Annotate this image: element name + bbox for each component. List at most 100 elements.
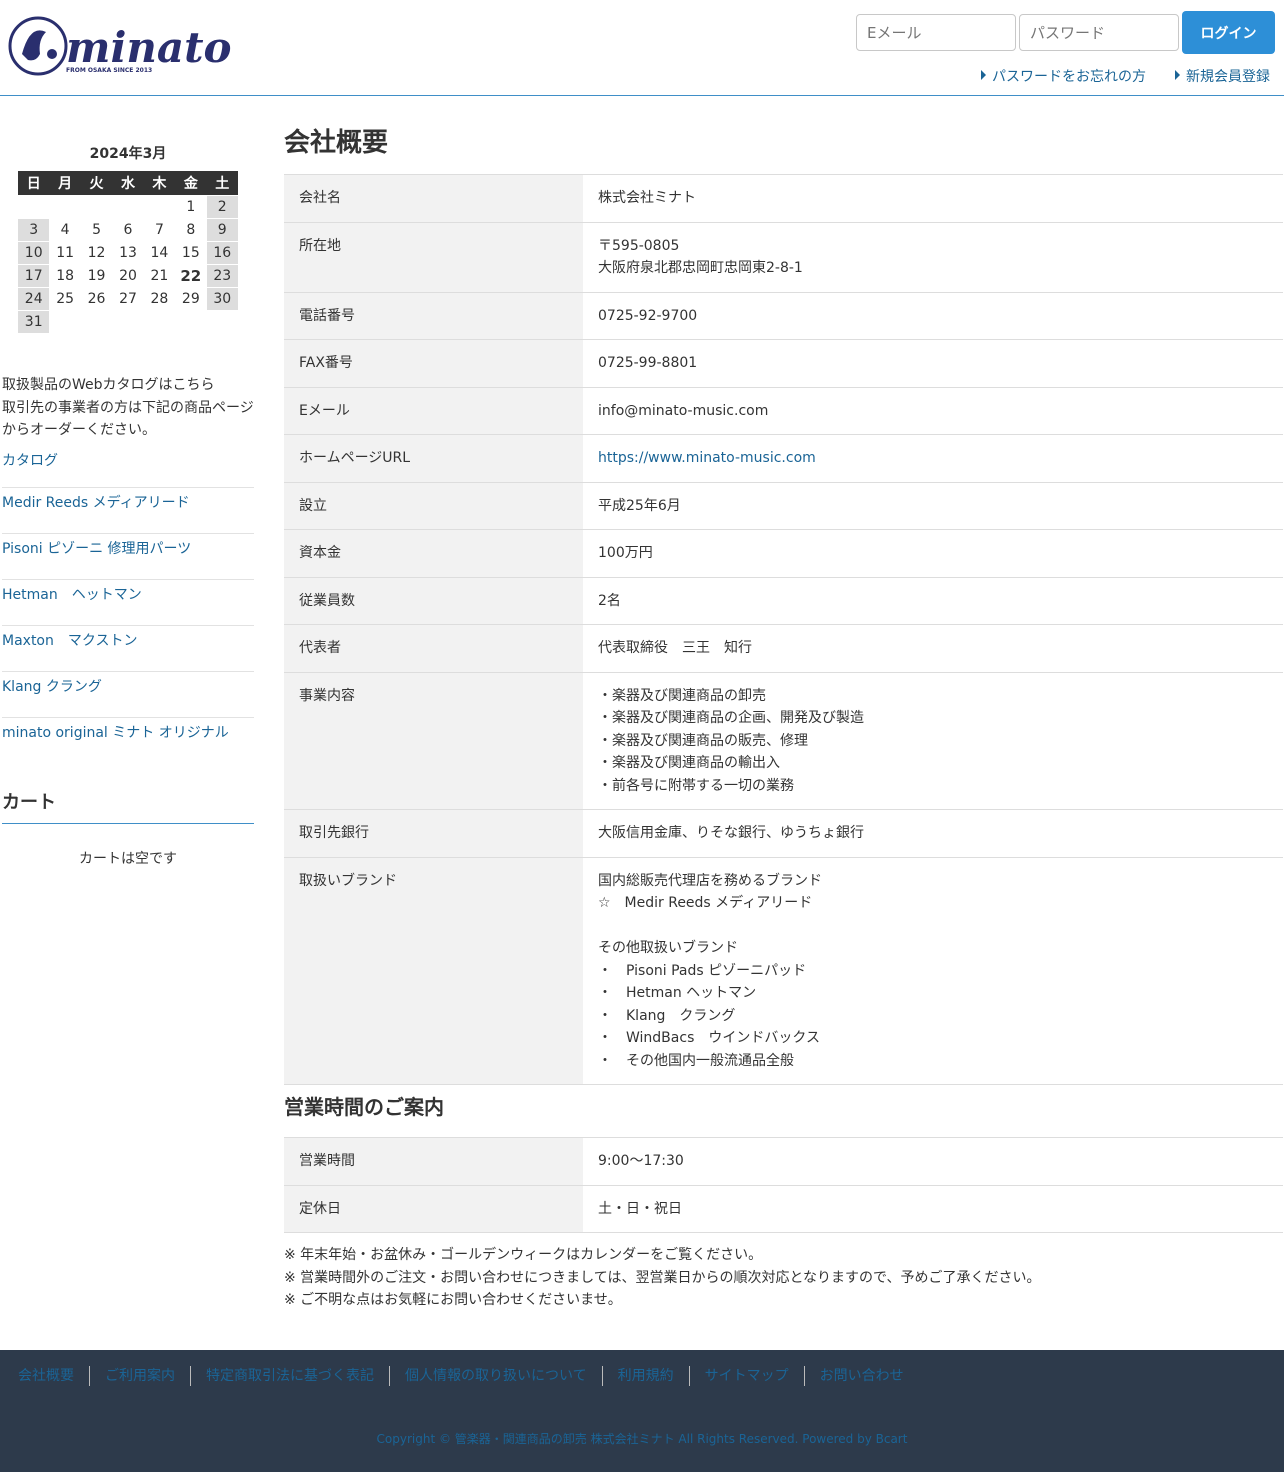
cart-empty-text: カートは空です [79,851,177,867]
calendar-day: 30 [206,288,238,310]
info-value-cell: 株式会社ミナト [598,190,696,206]
intro-line-1: 取扱製品のWebカタログはこちら [2,377,215,393]
info-value-cell: 大阪信用金庫、りそな銀行、ゆうちょ銀行 [598,825,864,841]
note-line: ※ 営業時間外のご注文・お問い合わせにつきましては、翌営業日からの順次対応となり… [284,1269,1041,1286]
calendar-day: 13 [119,245,137,261]
calendar-weekday: 日 [18,171,50,195]
info-label: 事業内容 [284,672,583,810]
info-row: 営業時間 9:00〜17:30 [284,1137,1283,1185]
calendar-day: 31 [18,311,50,333]
forgot-password-label: パスワードをお忘れの方 [992,69,1146,85]
calendar-day [207,311,238,333]
email-input[interactable] [856,14,1016,51]
login-button[interactable]: ログイン [1182,11,1275,54]
footer-link[interactable]: サイトマップ [688,1366,804,1386]
caret-right-icon [1175,70,1180,80]
info-label: 会社名 [284,174,583,222]
footer-link[interactable]: 個人情報の取り扱いについて [389,1366,602,1386]
calendar-day: 14 [150,245,169,261]
calendar-weekday: 木 [143,171,176,195]
calendar-day: 7 [154,222,164,238]
info-label: 取扱いブランド [284,857,583,1085]
category-link-item: カタログ [2,446,254,488]
calendar-day [18,196,49,218]
forgot-password-link[interactable]: パスワードをお忘れの方 [981,66,1146,86]
minato-logo[interactable]: minato FROM OSAKA SINCE 2013 [8,14,234,80]
category-link[interactable]: カタログ [2,453,58,469]
calendar-title: 2024年3月 [89,146,167,162]
password-input[interactable] [1019,14,1179,51]
category-links: カタログ Medir Reeds メディアリード Pisoni ピゾーニ 修理用パー… [2,446,254,764]
info-value-cell: 〒595-0805 大阪府泉北郡忠岡町忠岡東2-8-1 [598,237,803,277]
category-link[interactable]: Pisoni ピゾーニ 修理用パーツ [2,541,191,557]
info-row: 事業内容 ・楽器及び関連商品の卸売 ・楽器及び関連商品の企画、開発及び製造 ・楽器… [284,672,1283,810]
calendar-day [112,311,143,333]
note-line: ※ 年末年始・お盆休み・ゴールデンウィークはカレンダーをご覧ください。 [284,1247,763,1263]
info-row: 代表者 代表取締役 三王 知行 [284,624,1283,672]
info-value-cell: 2名 [598,592,621,609]
info-value-cell: 土・日・祝日 [598,1200,682,1217]
caret-right-icon [981,70,986,80]
site-header: minato FROM OSAKA SINCE 2013 ログイン パスワードを… [0,0,1284,96]
info-value-cell: info@minato-music.com [598,402,769,419]
category-link[interactable]: Hetman ヘットマン [2,587,142,603]
calendar-weekday: 水 [112,171,144,195]
info-row: 資本金 100万円 [284,529,1283,577]
info-value-cell: 国内総販売代理店を務めるブランド ☆ Medir Reeds メディアリード そ… [598,872,822,1069]
calendar-weekday: 金 [175,171,207,195]
footer-nav: 会社概要 ご利用案内 特定商取引法に基づく表記 個人情報の取り扱いについて 利用規約 サイ… [18,1366,919,1386]
calendar-day: 24 [18,288,50,310]
info-value-cell: https://www.minato-music.com [583,435,1283,483]
footer-link[interactable]: 会社概要 [18,1366,89,1386]
register-link[interactable]: 新規会員登録 [1175,66,1270,86]
site-footer: 会社概要 ご利用案内 特定商取引法に基づく表記 個人情報の取り扱いについて 利用規約 サイ… [0,1350,1284,1472]
calendar-day [81,311,112,333]
calendar-day: 5 [92,222,102,238]
info-row: 電話番号 0725-92-9700 [284,292,1283,340]
calendar-day: 16 [206,242,238,264]
calendar-day [112,196,143,218]
calendar-day: 3 [18,219,50,241]
info-label: 資本金 [284,529,583,577]
calendar-day: 20 [119,268,137,284]
footer-link[interactable]: 特定商取引法に基づく表記 [190,1366,389,1386]
info-row: Eメール info@minato-music.com [284,387,1283,435]
category-link-item: Klang クラング [2,672,254,718]
calendar-day [49,311,80,333]
category-link[interactable]: Klang クラング [2,679,102,695]
category-link-item: Maxton マクストン [2,626,254,672]
info-row: 従業員数 2名 [284,577,1283,625]
calendar-day: 8 [186,222,196,238]
info-label: 営業時間 [284,1137,583,1185]
category-link[interactable]: Medir Reeds メディアリード [2,495,190,511]
calendar-day: 12 [87,245,106,261]
category-link[interactable]: Maxton マクストン [2,633,137,649]
info-row: FAX番号 0725-99-8801 [284,339,1283,387]
calendar-day: 29 [181,291,200,307]
calendar-day: 28 [150,291,169,307]
info-row: 取扱いブランド 国内総販売代理店を務めるブランド ☆ Medir Reeds メデ… [284,857,1283,1085]
homepage-link[interactable]: https://www.minato-music.com [598,450,816,466]
info-label: 所在地 [284,222,583,292]
info-label: 代表者 [284,624,583,672]
calendar-weekday: 土 [206,171,238,195]
info-label: 電話番号 [284,292,583,340]
calendar-day: 1 [186,199,196,215]
company-info-table: 会社名 株式会社ミナト 所在地 〒595-0805 大阪府泉北郡忠岡町忠岡東2-8-1… [284,174,1283,1085]
notes: ※ 年末年始・お盆休み・ゴールデンウィークはカレンダーをご覧ください。 ※ 営業時… [284,1244,1041,1312]
calendar-day: 22 [180,267,202,285]
footer-link[interactable]: お問い合わせ [803,1366,919,1386]
footer-link[interactable]: ご利用案内 [89,1366,190,1386]
info-label: ホームページURL [284,434,583,482]
calendar-day: 11 [56,245,75,261]
footer-link[interactable]: 利用規約 [601,1366,689,1386]
calendar-day: 21 [150,268,169,284]
calendar-day [144,196,175,218]
calendar-weekday: 火 [80,171,113,195]
calendar-day: 26 [87,291,106,307]
category-link[interactable]: minato original ミナト オリジナル [2,725,229,741]
logo-tagline: FROM OSAKA SINCE 2013 [66,67,152,74]
calendar: 日月火水木金土 1 2 3 4 5 6 7 8 9 10 11 12 13 14 15 16 17 18 19 20 2… [18,170,238,334]
info-value-cell: 代表取締役 三王 知行 [598,640,752,656]
copyright: Copyright © 管楽器・関連商品の卸売 株式会社ミナト All Righ… [376,1432,908,1446]
